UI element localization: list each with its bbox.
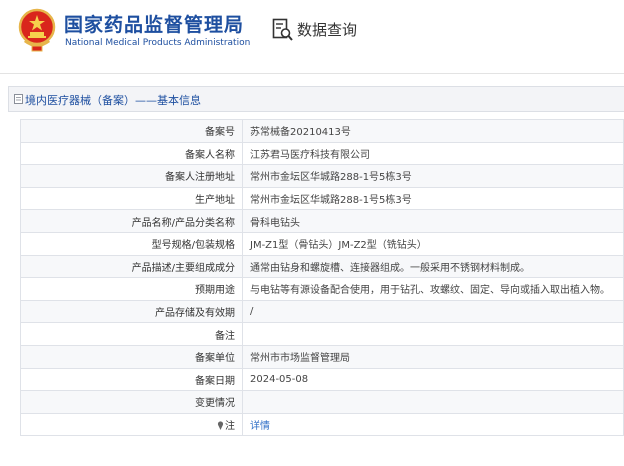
table-row: 备注 — [20, 322, 624, 346]
section-title: 境内医疗器械（备案）——基本信息 — [25, 94, 201, 107]
row-label: 生产地址 — [20, 186, 243, 211]
row-label: 备案日期 — [20, 367, 243, 392]
row-value: 苏常械备20210413号 — [242, 119, 624, 143]
row-value: 与电钻等有源设备配合使用，用于钻孔、攻螺纹、固定、导向或插入取出植入物。 — [242, 277, 624, 301]
row-label-note: 注 — [20, 412, 243, 437]
row-label: 备案人注册地址 — [20, 164, 243, 188]
table-row: 型号规格/包装规格 JM-Z1型（骨钻头）JM-Z2型（铣钻头） — [20, 231, 624, 256]
row-label: 备案号 — [20, 119, 243, 143]
table-row: 备案单位 常州市市场监督管理局 — [20, 344, 624, 369]
table-row: 备案人名称 江苏君马医疗科技有限公司 — [20, 141, 624, 166]
table-row: 备案人注册地址 常州市金坛区华城路288-1号5栋3号 — [20, 164, 624, 188]
row-value — [242, 322, 624, 346]
row-value: JM-Z1型（骨钻头）JM-Z2型（铣钻头） — [242, 231, 624, 256]
row-value: 常州市市场监督管理局 — [242, 344, 624, 369]
table-row: 注 详情 — [20, 412, 624, 437]
row-label: 产品存储及有效期 — [20, 299, 243, 324]
note-label: 注 — [225, 421, 235, 433]
site-header: 国家药品监督管理局 National Medical Products Admi… — [0, 0, 624, 62]
row-value: 详情 — [242, 412, 624, 437]
row-label: 变更情况 — [20, 390, 243, 414]
row-label: 备注 — [20, 322, 243, 346]
table-row: 变更情况 — [20, 390, 624, 414]
row-value: 常州市金坛区华城路288-1号5栋3号 — [242, 164, 624, 188]
pin-icon — [217, 421, 224, 431]
table-row: 产品描述/主要组成成分 通常由钻身和螺旋槽、连接器组成。一般采用不锈钢材料制成。 — [20, 254, 624, 279]
row-label: 备案人名称 — [20, 141, 243, 166]
org-name-cn: 国家药品监督管理局 — [64, 14, 245, 36]
header-divider — [0, 73, 624, 74]
table-row: 备案号 苏常械备20210413号 — [20, 119, 624, 143]
row-value: 骨科电钻头 — [242, 209, 624, 233]
national-emblem-icon — [18, 8, 56, 52]
section-header: 境内医疗器械（备案）——基本信息 — [8, 86, 624, 112]
document-search-icon — [272, 18, 293, 41]
table-row: 产品名称/产品分类名称 骨科电钻头 — [20, 209, 624, 233]
org-name-en: National Medical Products Administration — [65, 38, 251, 48]
record-detail-table: 备案号 苏常械备20210413号 备案人名称 江苏君马医疗科技有限公司 备案人… — [20, 119, 624, 437]
details-link[interactable]: 详情 — [250, 421, 270, 432]
row-label: 备案单位 — [20, 344, 243, 369]
row-label: 产品名称/产品分类名称 — [20, 209, 243, 233]
row-value: 通常由钻身和螺旋槽、连接器组成。一般采用不锈钢材料制成。 — [242, 254, 624, 279]
table-row: 备案日期 2024-05-08 — [20, 367, 624, 392]
row-value — [242, 390, 624, 414]
data-query-title: 数据查询 — [297, 21, 358, 39]
row-value: 江苏君马医疗科技有限公司 — [242, 141, 624, 166]
row-label: 型号规格/包装规格 — [20, 231, 243, 256]
row-label: 产品描述/主要组成成分 — [20, 254, 243, 279]
table-row: 产品存储及有效期 / — [20, 299, 624, 324]
row-value: 常州市金坛区华城路288-1号5栋3号 — [242, 186, 624, 211]
table-row: 预期用途 与电钻等有源设备配合使用，用于钻孔、攻螺纹、固定、导向或插入取出植入物… — [20, 277, 624, 301]
row-value: / — [242, 299, 624, 324]
row-value: 2024-05-08 — [242, 367, 624, 392]
table-row: 生产地址 常州市金坛区华城路288-1号5栋3号 — [20, 186, 624, 211]
row-label: 预期用途 — [20, 277, 243, 301]
document-icon — [14, 94, 23, 104]
